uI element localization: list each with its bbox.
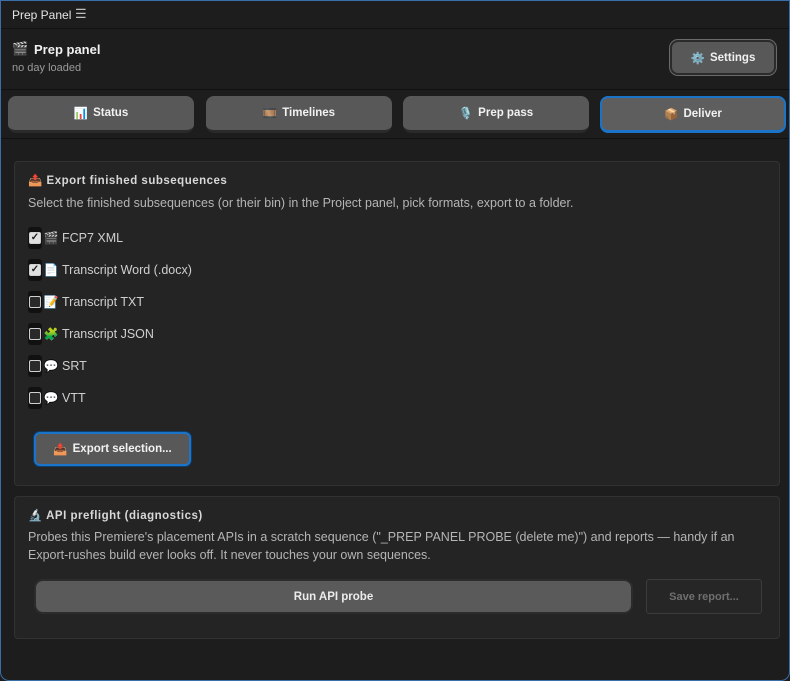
package-icon: 📦 <box>664 109 679 121</box>
speech-bubble-icon: 💬 <box>43 391 59 405</box>
export-card: 📤 Export finished subsequences Select th… <box>14 161 780 486</box>
hamburger-menu-icon[interactable]: ☰ <box>75 6 87 22</box>
panel-titlebar: Prep Panel ☰ <box>1 1 789 29</box>
settings-button[interactable]: ⚙️ Settings <box>669 39 777 76</box>
transcript-word-checkbox[interactable]: ✓ <box>29 264 41 276</box>
speech-bubble-icon: 💬 <box>43 359 59 373</box>
api-card-description: Probes this Premiere's placement APIs in… <box>28 530 735 562</box>
checkbox-frame <box>28 291 42 313</box>
checkbox-frame <box>28 355 42 377</box>
option-label: VTT <box>62 391 86 405</box>
panel-header: 🎬 Prep panel no day loaded ⚙️ Settings <box>1 29 789 89</box>
option-label: Transcript TXT <box>62 295 144 309</box>
bar-chart-icon: 📊 <box>73 108 89 120</box>
option-srt[interactable]: 💬 SRT <box>28 355 87 377</box>
api-card-title-text: API preflight (diagnostics) <box>46 510 203 522</box>
panel-window: Prep Panel ☰ 🎬 Prep panel no day loaded … <box>0 0 790 681</box>
export-card-title: 📤 Export finished subsequences <box>28 173 227 187</box>
document-icon: 📄 <box>43 263 59 277</box>
checkbox-frame <box>28 323 42 345</box>
option-label: Transcript JSON <box>62 327 154 341</box>
transcript-json-checkbox[interactable] <box>29 328 41 340</box>
option-transcript-json[interactable]: 🧩 Transcript JSON <box>28 323 154 345</box>
transcript-txt-checkbox[interactable] <box>29 296 41 308</box>
tab-timelines[interactable]: 🎞️ Timelines <box>206 96 392 133</box>
option-label: FCP7 XML <box>62 231 124 245</box>
microscope-icon: 🔬 <box>28 510 43 522</box>
gear-icon: ⚙️ <box>690 52 705 65</box>
option-label: SRT <box>62 359 87 373</box>
api-preflight-card: 🔬 API preflight (diagnostics) Probes thi… <box>14 496 780 639</box>
option-label: Transcript Word (.docx) <box>62 263 192 277</box>
checkbox-frame <box>28 387 42 409</box>
export-selection-button[interactable]: 📤 Export selection... <box>34 432 191 466</box>
clapperboard-icon: 🎬 <box>12 41 29 56</box>
tab-label: Timelines <box>282 107 336 119</box>
srt-checkbox[interactable] <box>29 360 41 372</box>
page-title: Prep panel <box>34 42 101 57</box>
puzzle-piece-icon: 🧩 <box>43 327 59 341</box>
option-vtt[interactable]: 💬 VTT <box>28 387 86 409</box>
vtt-checkbox[interactable] <box>29 392 41 404</box>
microphone-icon: 🎙️ <box>458 108 474 120</box>
checkbox-frame: ✓ <box>28 259 42 281</box>
export-card-description: Select the finished subsequences (or the… <box>28 196 574 210</box>
page-subtitle: no day loaded <box>12 62 82 74</box>
memo-icon: 📝 <box>43 295 59 309</box>
option-transcript-txt[interactable]: 📝 Transcript TXT <box>28 291 144 313</box>
export-card-title-text: Export finished subsequences <box>46 175 228 187</box>
tab-label: Prep pass <box>478 107 534 119</box>
fcp7-xml-checkbox[interactable]: ✓ <box>29 232 41 244</box>
option-fcp7-xml[interactable]: ✓ 🎬 FCP7 XML <box>28 227 123 249</box>
run-api-probe-button[interactable]: Run API probe <box>34 579 633 614</box>
tab-status[interactable]: 📊 Status <box>8 96 194 133</box>
tab-label: Deliver <box>683 108 722 120</box>
tab-deliver[interactable]: 📦 Deliver <box>600 96 786 133</box>
save-report-button[interactable]: Save report... <box>646 579 762 614</box>
checkbox-frame: ✓ <box>28 227 42 249</box>
option-transcript-word[interactable]: ✓ 📄 Transcript Word (.docx) <box>28 259 192 281</box>
settings-button-label: Settings <box>709 51 756 64</box>
clapperboard-icon: 🎬 <box>43 231 59 245</box>
outbox-tray-icon: 📤 <box>53 444 68 456</box>
api-card-title: 🔬 API preflight (diagnostics) <box>28 508 203 522</box>
tab-prep-pass[interactable]: 🎙️ Prep pass <box>403 96 589 133</box>
tab-label: Status <box>93 107 129 119</box>
tab-bar: 📊 Status 🎞️ Timelines 🎙️ Prep pass 📦 Del… <box>1 89 789 139</box>
panel-title: Prep Panel <box>12 8 72 22</box>
film-frames-icon: 🎞️ <box>262 108 278 120</box>
export-button-label: Export selection... <box>72 443 172 455</box>
outbox-tray-icon: 📤 <box>28 175 43 187</box>
